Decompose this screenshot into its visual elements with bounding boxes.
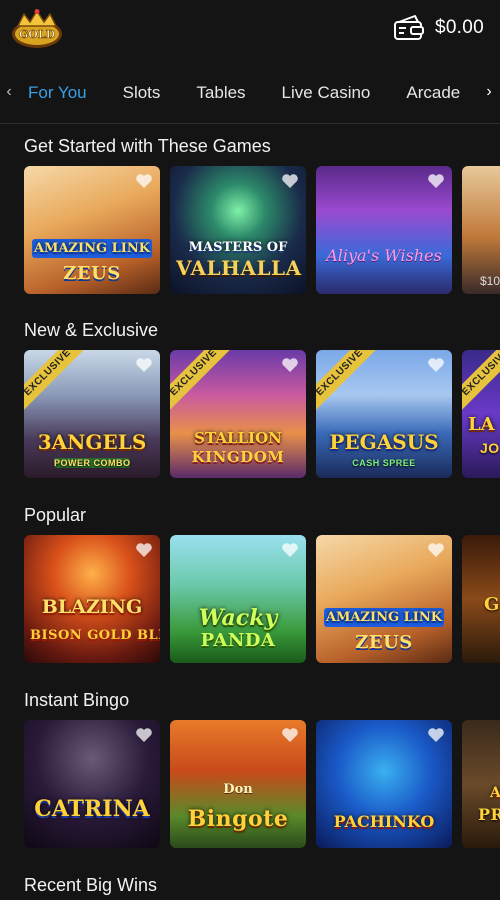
heart-icon[interactable] <box>427 173 445 189</box>
game-tile[interactable]: A PR <box>462 720 500 848</box>
heart-icon[interactable] <box>135 542 153 558</box>
game-tile[interactable]: AMAZING LINK ZEUS <box>316 535 452 663</box>
game-title: CATRINA <box>34 796 150 822</box>
game-tile[interactable]: EXCLUSIVE STALLION KINGDOM <box>170 350 306 478</box>
section-title: Get Started with These Games <box>24 136 271 156</box>
game-tile[interactable]: BLAZING BISON GOLD BLITZ <box>24 535 160 663</box>
section-title: Recent Big Wins <box>24 875 158 895</box>
game-tile[interactable]: MASTERS OF VALHALLA <box>170 166 306 294</box>
category-nav: ‹ For You Slots Tables Live Casino Arcad… <box>0 62 500 124</box>
game-subtitle: G <box>484 594 500 615</box>
game-tile[interactable]: Aliya's Wishes <box>316 166 452 294</box>
game-subtitle: CASH SPREE <box>352 458 416 468</box>
game-tile[interactable]: CATRINA <box>24 720 160 848</box>
heart-icon[interactable] <box>281 727 299 743</box>
section-get-started: Get Started with These Games AMAZING LIN… <box>0 136 500 321</box>
section-popular: Popular BLAZING BISON GOLD BLITZ Wacky P… <box>0 505 500 690</box>
balance-amount: $0.00 <box>434 17 484 38</box>
game-title: MASTERS OF <box>188 240 288 255</box>
heart-icon[interactable] <box>281 173 299 189</box>
game-subtitle: ZEUS <box>355 632 413 653</box>
wallet-icon <box>393 15 424 40</box>
game-title: LA <box>468 414 495 435</box>
game-title: BLAZING <box>41 596 143 618</box>
game-subtitle: BISON GOLD BLITZ <box>30 628 160 643</box>
heart-icon[interactable] <box>427 357 445 373</box>
game-subtitle: POWER COMBO <box>54 458 131 468</box>
chevron-right-icon[interactable]: › <box>482 80 496 104</box>
heart-icon[interactable] <box>427 542 445 558</box>
tab-slots[interactable]: Slots <box>123 62 161 124</box>
game-subtitle: VALHALLA <box>176 256 302 280</box>
game-title: PACHINKO <box>333 812 435 831</box>
section-new-exclusive: New & Exclusive EXCLUSIVE 3ANGELS POWER … <box>0 320 500 505</box>
game-title: Wacky <box>198 605 278 631</box>
wallet-balance[interactable]: $0.00 <box>393 14 484 42</box>
game-tile[interactable]: EXCLUSIVE LA JO <box>462 350 500 478</box>
game-title: 3ANGELS <box>37 430 147 454</box>
game-tile[interactable]: $10 <box>462 166 500 294</box>
game-title: Don <box>223 782 253 797</box>
top-bar: GOLD $0.00 <box>0 0 500 62</box>
tab-for-you[interactable]: For You <box>28 62 87 124</box>
heart-icon[interactable] <box>135 173 153 189</box>
tab-tables[interactable]: Tables <box>196 62 245 124</box>
game-title: STALLION <box>194 429 282 447</box>
game-row: EXCLUSIVE 3ANGELS POWER COMBO EXCLUSIVE … <box>24 350 500 480</box>
section-instant-bingo: Instant Bingo CATRINA Don Bingote PACHIN… <box>0 690 500 875</box>
game-subtitle: KINGDOM <box>191 448 285 466</box>
game-title: A <box>490 785 500 801</box>
game-title: AMAZING LINK <box>32 239 152 258</box>
section-title: Instant Bingo <box>24 690 130 710</box>
game-art <box>462 720 500 848</box>
chevron-left-icon[interactable]: ‹ <box>2 80 16 104</box>
game-row: BLAZING BISON GOLD BLITZ Wacky PANDA AMA… <box>24 535 500 665</box>
game-subtitle: Bingote <box>187 806 289 832</box>
jackpot-amount: $10 <box>480 274 500 288</box>
svg-text:GOLD: GOLD <box>19 28 56 41</box>
tab-live-casino[interactable]: Live Casino <box>282 62 371 124</box>
section-title: Popular <box>24 505 87 525</box>
game-tile[interactable]: Don Bingote <box>170 720 306 848</box>
casino-logo[interactable]: GOLD <box>10 8 64 52</box>
heart-icon[interactable] <box>135 727 153 743</box>
game-tile[interactable]: G <box>462 535 500 663</box>
heart-icon[interactable] <box>281 542 299 558</box>
game-tile[interactable]: EXCLUSIVE PEGASUS CASH SPREE <box>316 350 452 478</box>
section-recent-big-wins: Recent Big Wins <box>0 875 500 900</box>
tab-arcade[interactable]: Arcade <box>406 62 460 124</box>
game-title: Aliya's Wishes <box>326 246 442 265</box>
game-title: PEGASUS <box>329 430 439 454</box>
game-row: AMAZING LINK ZEUS MASTERS OF VALHALLA Al… <box>24 166 500 296</box>
game-subtitle: PANDA <box>200 630 276 651</box>
heart-icon[interactable] <box>427 727 445 743</box>
heart-icon[interactable] <box>135 357 153 373</box>
game-tile[interactable]: PACHINKO <box>316 720 452 848</box>
heart-icon[interactable] <box>281 357 299 373</box>
section-title: New & Exclusive <box>24 320 159 340</box>
game-subtitle: ZEUS <box>63 263 121 284</box>
game-title: AMAZING LINK <box>324 608 444 627</box>
game-tile[interactable]: Wacky PANDA <box>170 535 306 663</box>
game-tile[interactable]: EXCLUSIVE 3ANGELS POWER COMBO <box>24 350 160 478</box>
game-subtitle: PR <box>478 805 500 824</box>
game-row: CATRINA Don Bingote PACHINKO A PR <box>24 720 500 850</box>
game-subtitle: JO <box>480 440 500 456</box>
game-tile[interactable]: AMAZING LINK ZEUS <box>24 166 160 294</box>
